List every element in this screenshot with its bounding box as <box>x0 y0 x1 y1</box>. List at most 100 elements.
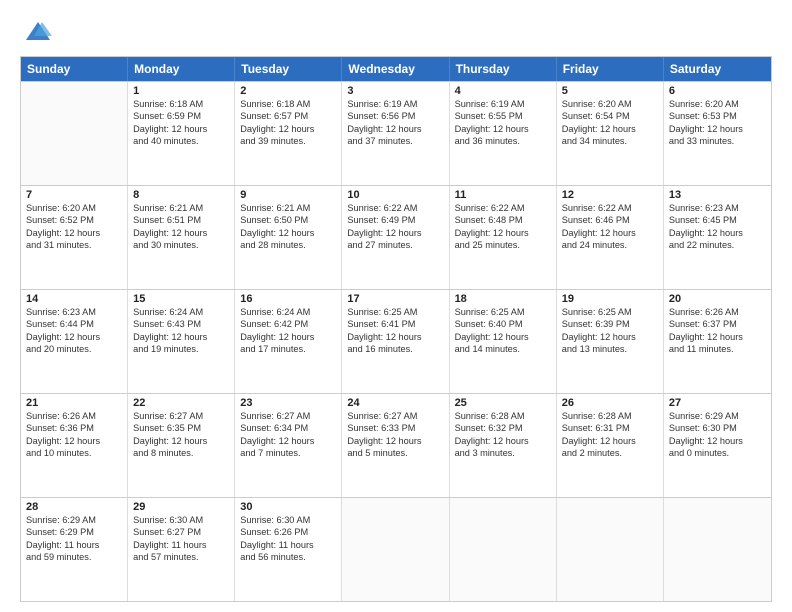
calendar-week-4: 21Sunrise: 6:26 AMSunset: 6:36 PMDayligh… <box>21 393 771 497</box>
header <box>20 18 772 46</box>
calendar-cell <box>21 82 128 185</box>
day-number: 2 <box>240 85 336 97</box>
day-number: 10 <box>347 189 443 201</box>
cell-info-line: Daylight: 12 hours <box>669 331 766 343</box>
cell-info-line: Daylight: 12 hours <box>562 331 658 343</box>
cell-info-line: Sunrise: 6:18 AM <box>240 98 336 110</box>
calendar-cell: 17Sunrise: 6:25 AMSunset: 6:41 PMDayligh… <box>342 290 449 393</box>
day-number: 14 <box>26 293 122 305</box>
cell-info-line: and 40 minutes. <box>133 135 229 147</box>
calendar-week-3: 14Sunrise: 6:23 AMSunset: 6:44 PM Dayligh… <box>21 289 771 393</box>
day-number: 8 <box>133 189 229 201</box>
cell-info-line: and 16 minutes. <box>347 343 443 355</box>
day-number: 1 <box>133 85 229 97</box>
calendar-cell <box>664 498 771 601</box>
cell-info-line: Sunset: 6:57 PM <box>240 110 336 122</box>
calendar-cell: 9Sunrise: 6:21 AMSunset: 6:50 PMDaylight… <box>235 186 342 289</box>
cell-info-line: Sunrise: 6:28 AM <box>562 410 658 422</box>
cell-info-line: Sunrise: 6:22 AM <box>347 202 443 214</box>
calendar-cell: 2Sunrise: 6:18 AMSunset: 6:57 PMDaylight… <box>235 82 342 185</box>
cell-info-line: Daylight: 12 hours <box>347 435 443 447</box>
day-number: 6 <box>669 85 766 97</box>
day-header-wednesday: Wednesday <box>342 57 449 81</box>
calendar-cell: 1Sunrise: 6:18 AMSunset: 6:59 PMDaylight… <box>128 82 235 185</box>
calendar-cell: 25Sunrise: 6:28 AMSunset: 6:32 PMDayligh… <box>450 394 557 497</box>
cell-info-line: Sunrise: 6:22 AM <box>562 202 658 214</box>
cell-info-line: and 19 minutes. <box>133 343 229 355</box>
cell-info-line: Sunset: 6:27 PM <box>133 526 229 538</box>
cell-info-line: and 30 minutes. <box>133 239 229 251</box>
day-number: 23 <box>240 397 336 409</box>
cell-info-line: Sunset: 6:52 PM <box>26 214 122 226</box>
day-number: 15 <box>133 293 229 305</box>
day-number: 13 <box>669 189 766 201</box>
calendar-cell: 14Sunrise: 6:23 AMSunset: 6:44 PMDayligh… <box>21 290 128 393</box>
cell-info-line: Sunset: 6:45 PM <box>669 214 766 226</box>
cell-info-line: Sunset: 6:54 PM <box>562 110 658 122</box>
calendar-week-1: 1 Sunrise: 6:18 AM Sunset: 6:59 PM Daylight… <box>21 81 771 185</box>
cell-info-line: and 13 minutes. <box>562 343 658 355</box>
cell-info-line: and 11 minutes. <box>669 343 766 355</box>
cell-info-line: Sunrise: 6:24 AM <box>133 306 229 318</box>
cell-info-line: and 39 minutes. <box>240 135 336 147</box>
cell-info-line: Daylight: 12 hours <box>562 435 658 447</box>
cell-info-line: Sunset: 6:35 PM <box>133 422 229 434</box>
cell-info-line: Daylight: 12 hours <box>26 227 122 239</box>
cell-info-line: Sunset: 6:34 PM <box>240 422 336 434</box>
calendar-cell: 29Sunrise: 6:30 AMSunset: 6:27 PMDayligh… <box>128 498 235 601</box>
cell-info-line: and 33 minutes. <box>669 135 766 147</box>
calendar-cell: 8Sunrise: 6:21 AMSunset: 6:51 PMDaylight… <box>128 186 235 289</box>
cell-info-line: Sunrise: 6:30 AM <box>133 514 229 526</box>
cell-info-line: Sunrise: 6:27 AM <box>240 410 336 422</box>
cell-info-line: and 3 minutes. <box>455 447 551 459</box>
calendar-cell: 11Sunrise: 6:22 AMSunset: 6:48 PMDayligh… <box>450 186 557 289</box>
calendar-cell: 5Sunrise: 6:20 AMSunset: 6:54 PMDaylight… <box>557 82 664 185</box>
calendar-cell: 28Sunrise: 6:29 AMSunset: 6:29 PMDayligh… <box>21 498 128 601</box>
cell-info-line: Sunset: 6:32 PM <box>455 422 551 434</box>
day-number: 17 <box>347 293 443 305</box>
day-number: 4 <box>455 85 551 97</box>
day-number: 18 <box>455 293 551 305</box>
day-number: 25 <box>455 397 551 409</box>
calendar-cell: 10Sunrise: 6:22 AMSunset: 6:49 PMDayligh… <box>342 186 449 289</box>
calendar-cell: 19Sunrise: 6:25 AMSunset: 6:39 PMDayligh… <box>557 290 664 393</box>
calendar-cell: 20Sunrise: 6:26 AMSunset: 6:37 PMDayligh… <box>664 290 771 393</box>
cell-info-line: Sunrise: 6:28 AM <box>455 410 551 422</box>
cell-info-line: Sunset: 6:53 PM <box>669 110 766 122</box>
cell-info-line: Sunrise: 6:19 AM <box>455 98 551 110</box>
cell-info-line: and 28 minutes. <box>240 239 336 251</box>
day-header-tuesday: Tuesday <box>235 57 342 81</box>
cell-info-line: Sunrise: 6:23 AM <box>26 306 122 318</box>
cell-info-line: Daylight: 12 hours <box>240 331 336 343</box>
calendar-cell: 18Sunrise: 6:25 AMSunset: 6:40 PMDayligh… <box>450 290 557 393</box>
cell-info-line: Sunset: 6:39 PM <box>562 318 658 330</box>
cell-info-line: Sunset: 6:49 PM <box>347 214 443 226</box>
calendar: SundayMondayTuesdayWednesdayThursdayFrid… <box>20 56 772 602</box>
day-number: 27 <box>669 397 766 409</box>
cell-info-line: and 0 minutes. <box>669 447 766 459</box>
cell-info-line: and 31 minutes. <box>26 239 122 251</box>
cell-info-line: Sunset: 6:44 PM <box>26 318 122 330</box>
page: SundayMondayTuesdayWednesdayThursdayFrid… <box>0 0 792 612</box>
calendar-cell <box>557 498 664 601</box>
cell-info-line: Daylight: 12 hours <box>455 123 551 135</box>
day-header-thursday: Thursday <box>450 57 557 81</box>
calendar-body: 1 Sunrise: 6:18 AM Sunset: 6:59 PM Daylight… <box>21 81 771 601</box>
cell-info-line: Sunset: 6:37 PM <box>669 318 766 330</box>
cell-info-line: Sunset: 6:59 PM <box>133 110 229 122</box>
cell-info-line: Sunset: 6:36 PM <box>26 422 122 434</box>
cell-info-line: Sunrise: 6:27 AM <box>347 410 443 422</box>
cell-info-line: and 34 minutes. <box>562 135 658 147</box>
cell-info-line: and 24 minutes. <box>562 239 658 251</box>
day-number: 20 <box>669 293 766 305</box>
cell-info-line: Sunset: 6:29 PM <box>26 526 122 538</box>
calendar-cell <box>450 498 557 601</box>
cell-info-line: and 14 minutes. <box>455 343 551 355</box>
cell-info-line: Sunset: 6:41 PM <box>347 318 443 330</box>
calendar-cell: 22Sunrise: 6:27 AMSunset: 6:35 PMDayligh… <box>128 394 235 497</box>
cell-info-line: and 10 minutes. <box>26 447 122 459</box>
cell-info-line: Sunrise: 6:23 AM <box>669 202 766 214</box>
calendar-cell <box>342 498 449 601</box>
day-number: 24 <box>347 397 443 409</box>
calendar-cell: 7Sunrise: 6:20 AMSunset: 6:52 PMDaylight… <box>21 186 128 289</box>
